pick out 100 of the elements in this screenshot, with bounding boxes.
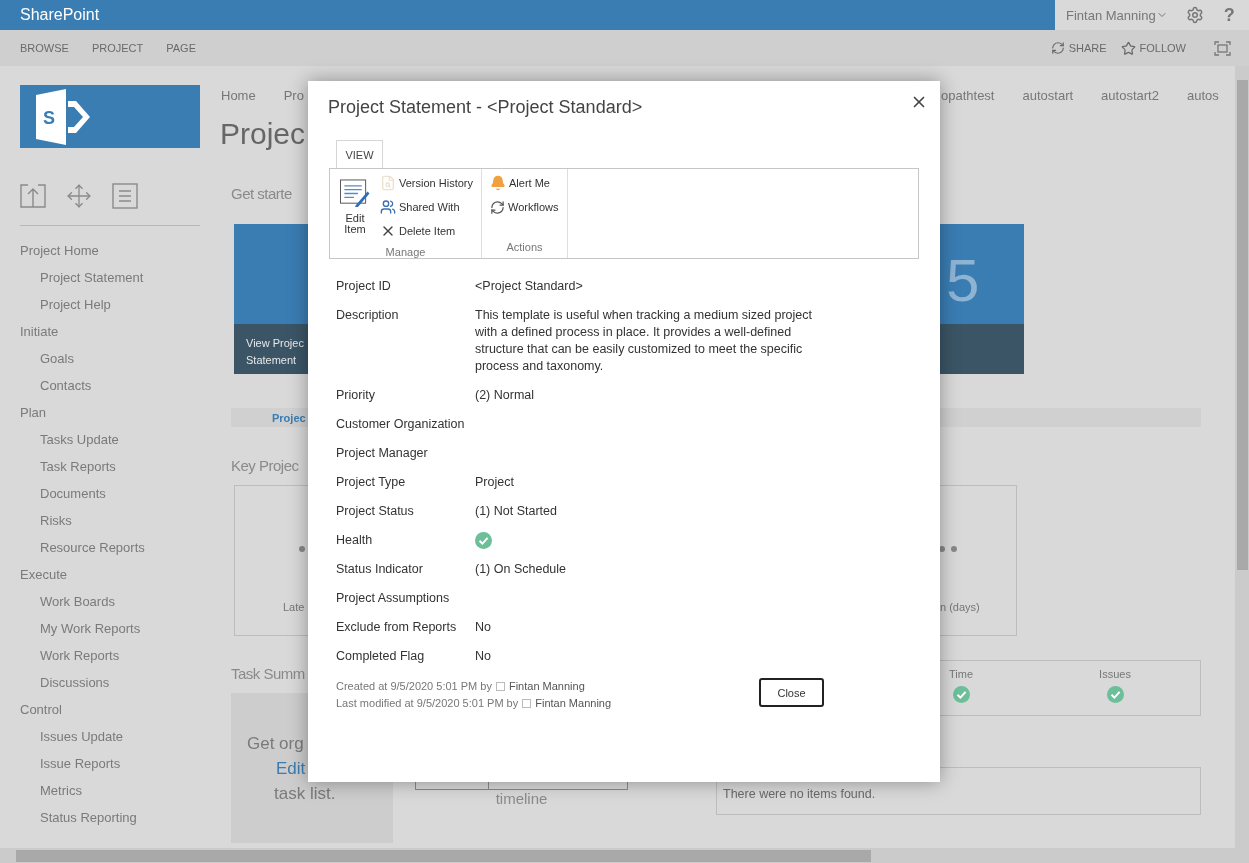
star-icon (1120, 40, 1136, 56)
field-value: (2) Normal (475, 387, 536, 404)
brand-name[interactable]: SharePoint (20, 6, 100, 24)
empty-message: There were no items found. (723, 787, 876, 801)
group-label: Manage (384, 245, 427, 260)
nav-link[interactable]: Control (20, 696, 200, 723)
follow-button[interactable]: FOLLOW (1120, 40, 1186, 56)
section-heading: Key Projec (230, 456, 299, 476)
field-value: No (475, 619, 492, 636)
vertical-scrollbar[interactable] (1235, 66, 1249, 848)
ribbon-tab[interactable]: BROWSE (20, 42, 69, 54)
section-heading: Task Summ (231, 664, 305, 684)
nav-link[interactable]: Discussions (20, 669, 200, 696)
dots-icon (939, 546, 957, 552)
field-label: Description (336, 307, 400, 324)
top-nav-link[interactable]: autos (1186, 87, 1219, 105)
nav-link[interactable]: Project Home (20, 237, 200, 264)
nav-link[interactable]: Work Boards (20, 588, 200, 615)
timeline-label: timeline (494, 790, 549, 808)
field-value: <Project Standard> (475, 278, 584, 295)
presence-icon (495, 682, 505, 691)
share-icon (1050, 41, 1065, 55)
nav-link[interactable]: Work Reports (20, 642, 200, 669)
promo-text: Get org (247, 733, 305, 755)
tile-number: 5 (946, 246, 980, 316)
promo-text: task list. (274, 783, 337, 805)
document-search-icon (380, 175, 396, 191)
field-value: This template is useful when tracking a medium sized project with a defined process in place. It provides a well-defined structure that can be easily customized to meet the specific process and taxonomy. (475, 307, 813, 375)
strip-tab[interactable]: Projec (272, 411, 306, 424)
nav-link[interactable]: Project Help (20, 291, 200, 318)
field-label: Project Manager (336, 445, 429, 462)
page-title: Projec (220, 116, 306, 152)
ribbon-button[interactable]: Delete Item (380, 219, 473, 243)
ribbon-tab[interactable]: VIEW (336, 140, 383, 168)
ribbon-button[interactable]: Shared With (380, 195, 473, 219)
edit-document-icon (339, 179, 371, 208)
nav-link[interactable]: Project Statement (20, 264, 200, 291)
nav-link[interactable]: Plan (20, 399, 200, 426)
section-heading: Get starte (230, 184, 292, 204)
refresh-icon (490, 199, 505, 215)
ribbon-button[interactable]: Alert Me (490, 171, 559, 195)
field-value: No (475, 648, 492, 665)
nav-link[interactable]: Issues Update (20, 723, 200, 750)
field-value: Project (475, 474, 515, 491)
people-icon (380, 199, 396, 215)
top-nav-link[interactable]: autostart (1022, 87, 1074, 105)
audit-text: Created at 9/5/2020 5:01 PM by (336, 679, 492, 694)
nav-link[interactable]: Documents (20, 480, 200, 507)
indicator-label: Time (948, 668, 973, 680)
nav-link[interactable]: Metrics (20, 777, 200, 804)
document-icon[interactable] (112, 183, 138, 209)
ribbon-tab[interactable]: PROJECT (91, 42, 144, 54)
field-value: (1) On Schedule (475, 561, 568, 578)
metric-label: Late (283, 601, 306, 613)
indicator-label: Issues (1099, 668, 1131, 680)
field-label: Project Status (336, 503, 415, 520)
nav-link[interactable]: Issue Reports (20, 750, 200, 777)
top-nav-link[interactable]: Home (221, 87, 256, 105)
group-label: Actions (505, 240, 544, 255)
move-icon[interactable] (66, 183, 92, 209)
help-button[interactable]: ? (1223, 4, 1235, 26)
audit-text: Last modified at 9/5/2020 5:01 PM by (336, 696, 519, 711)
settings-icon[interactable] (1185, 6, 1204, 24)
nav-link[interactable]: Goals (20, 345, 200, 372)
presence-icon (522, 699, 532, 708)
dot-icon (299, 546, 305, 552)
close-button[interactable]: Close (759, 678, 824, 707)
nav-link[interactable]: Status Reporting (20, 804, 200, 831)
ribbon-button[interactable]: Workflows (490, 195, 559, 219)
field-label: Project ID (336, 278, 392, 295)
ribbon-tab[interactable]: PAGE (166, 42, 196, 54)
field-label: Priority (336, 387, 376, 404)
nav-link[interactable]: Execute (20, 561, 200, 588)
field-label: Exclude from Reports (336, 619, 458, 636)
user-link[interactable]: Fintan Manning (535, 695, 612, 712)
user-menu[interactable]: Fintan Manning (1066, 7, 1168, 23)
top-nav-link[interactable]: opathtest (941, 87, 995, 105)
edit-item-button[interactable]: Edit Item (338, 171, 372, 235)
field-label: Project Assumptions (336, 590, 451, 607)
nav-link[interactable]: My Work Reports (20, 615, 200, 642)
view-statement-tile[interactable]: View Projec Statement (234, 224, 308, 374)
site-logo: S (20, 85, 200, 148)
upload-icon[interactable] (20, 183, 46, 209)
field-label: Completed Flag (336, 648, 426, 665)
nav-link[interactable]: Risks (20, 507, 200, 534)
field-label: Customer Organization (336, 416, 466, 433)
horizontal-scrollbar[interactable] (0, 848, 1249, 863)
nav-link[interactable]: Task Reports (20, 453, 200, 480)
field-label: Health (336, 532, 374, 549)
focus-icon[interactable] (1214, 40, 1231, 56)
top-nav-link[interactable]: Pro (283, 87, 304, 105)
top-nav-link[interactable]: autostart2 (1101, 87, 1159, 105)
nav-link[interactable]: Resource Reports (20, 534, 200, 561)
field-value: (1) Not Started (475, 503, 558, 520)
user-link[interactable]: Fintan Manning (508, 678, 585, 695)
nav-link[interactable]: Tasks Update (20, 426, 200, 453)
share-button[interactable]: SHARE (1050, 41, 1107, 55)
field-label: Project Type (336, 474, 407, 491)
nav-link[interactable]: Initiate (20, 318, 200, 345)
nav-link[interactable]: Contacts (20, 372, 200, 399)
